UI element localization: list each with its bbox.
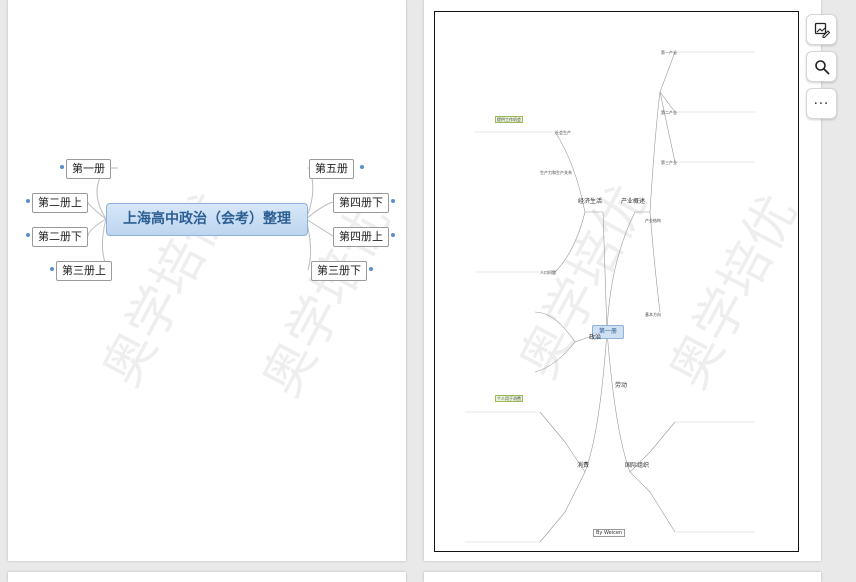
mindmap-node: 个人用于消费	[495, 395, 523, 402]
branch-left-2[interactable]: 第二册上	[32, 193, 88, 213]
search-button[interactable]	[806, 51, 837, 82]
mindmap-node: 第二产业	[661, 110, 677, 115]
mindmap-branch: 劳动	[615, 382, 628, 389]
image-edit-button[interactable]	[806, 14, 837, 45]
search-icon	[814, 59, 830, 75]
branch-left-1[interactable]: 第一册	[66, 159, 111, 179]
mindmap-node: 社会生产	[555, 130, 571, 135]
mindmap-node: 生产力和生产关系	[540, 170, 572, 175]
branch-right-4[interactable]: 第三册下	[311, 261, 367, 281]
mindmap-node: 基本方向	[645, 312, 661, 317]
mindmap-image: 奥学培优 奥学培优 第一册 经济生活 产业概述 政治 国际组织 消费 劳动 第一…	[434, 11, 799, 552]
mindmap-node: 产业结构	[645, 218, 661, 223]
branch-dot	[369, 267, 373, 271]
mindmap-node: 第三产业	[661, 160, 677, 165]
signature: By Weicen	[593, 529, 626, 537]
branch-dot	[360, 165, 364, 169]
central-topic[interactable]: 上海高中政治（会考）整理	[106, 203, 308, 236]
mindmap-branch: 国际组织	[625, 462, 650, 469]
branch-dot	[26, 233, 30, 237]
branch-right-2[interactable]: 第四册下	[333, 193, 389, 213]
branch-left-4[interactable]: 第三册上	[56, 261, 112, 281]
image-edit-icon	[814, 22, 830, 38]
branch-dot	[391, 199, 395, 203]
mindmap-node: 第一产业	[661, 50, 677, 55]
floating-toolbar: ...	[806, 14, 837, 119]
left-page: 奥学培优 奥学培优 上海高中政治（会考）整理 第一册 第二册上 第二册下 第三册…	[8, 0, 406, 561]
branch-dot	[26, 199, 30, 203]
next-page-right-edge	[424, 572, 821, 582]
mindmap-node: 提供工作机会	[495, 116, 523, 123]
branch-dot	[391, 233, 395, 237]
right-page: 奥学培优 奥学培优 第一册 经济生活 产业概述 政治 国际组织 消费 劳动 第一…	[424, 0, 821, 561]
mindmap-branch: 产业概述	[621, 198, 646, 205]
branch-dot	[60, 165, 64, 169]
mindmap-branch: 经济生活	[578, 198, 603, 205]
branch-right-3[interactable]: 第四册上	[333, 227, 389, 247]
mindmap-tree-lines	[465, 51, 755, 543]
branch-left-3[interactable]: 第二册下	[32, 227, 88, 247]
more-button[interactable]: ...	[806, 88, 837, 119]
mindmap-branch: 消费	[577, 462, 590, 469]
next-page-left-edge	[8, 572, 406, 582]
more-icon: ...	[813, 93, 830, 108]
branch-dot	[50, 267, 54, 271]
mindmap-branch: 政治	[589, 334, 602, 341]
branch-right-1[interactable]: 第五册	[309, 159, 354, 179]
mindmap-node: 人口问题	[540, 270, 556, 275]
